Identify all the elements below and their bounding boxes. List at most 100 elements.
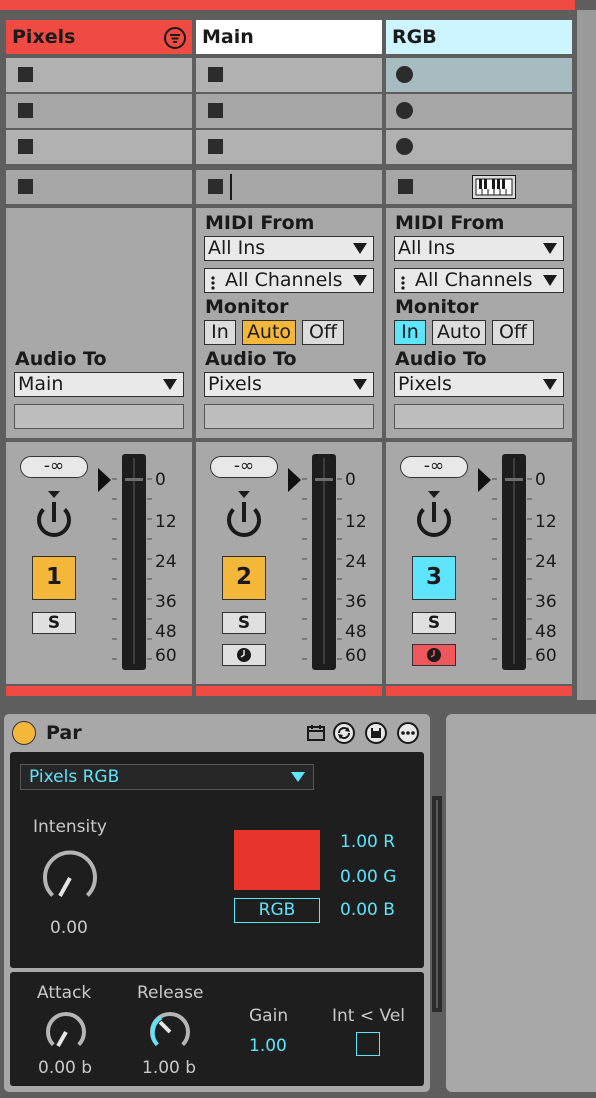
track-color-bar — [196, 686, 382, 696]
track-activator-button[interactable]: 3 — [412, 556, 456, 600]
track-status-row[interactable] — [196, 170, 382, 204]
stop-button-icon[interactable] — [18, 139, 33, 154]
monitor-auto-button[interactable]: Auto — [432, 320, 486, 345]
attack-knob[interactable] — [38, 1004, 94, 1060]
meter-tick — [147, 558, 152, 560]
preset-dropdown[interactable]: Pixels RGB — [20, 764, 314, 790]
io-section-rgb: MIDI From All Ins All Channels Monitor I… — [386, 208, 572, 438]
monitor-auto-button[interactable]: Auto — [242, 320, 296, 345]
more-options-icon[interactable] — [396, 721, 420, 745]
save-preset-icon[interactable] — [364, 721, 388, 745]
monitor-in-button[interactable]: In — [394, 320, 426, 345]
stop-button-icon[interactable] — [208, 103, 223, 118]
monitor-off-button[interactable]: Off — [302, 320, 344, 345]
clip-slot[interactable] — [386, 58, 572, 92]
meter-tick — [147, 498, 152, 500]
rgb-mode-button[interactable]: RGB — [234, 898, 320, 923]
db-label: 60 — [345, 646, 367, 666]
red-value[interactable]: 1.00 R — [340, 834, 395, 851]
meter-tick — [527, 578, 532, 580]
track-status-row[interactable] — [6, 170, 192, 204]
volume-fader[interactable] — [312, 454, 336, 670]
monitor-label: Monitor — [395, 296, 479, 318]
audio-to-dropdown[interactable]: Pixels — [204, 372, 374, 397]
meter-tick — [492, 478, 497, 480]
audio-to-channel-dropdown[interactable] — [394, 404, 564, 429]
arm-button[interactable] — [222, 644, 266, 666]
monitor-off-button[interactable]: Off — [492, 320, 534, 345]
clip-slot[interactable] — [196, 58, 382, 92]
solo-button[interactable]: S — [32, 612, 76, 634]
meter-tick — [492, 598, 497, 600]
stop-button-icon[interactable] — [18, 67, 33, 82]
scrollbar-track[interactable] — [577, 10, 596, 700]
db-label: 36 — [155, 592, 177, 612]
meter-tick — [112, 538, 117, 540]
stop-button-icon[interactable] — [208, 139, 223, 154]
top-edge — [0, 0, 575, 10]
gain-value[interactable]: 1.00 — [249, 1038, 287, 1055]
track-activator-button[interactable]: 1 — [32, 556, 76, 600]
midi-from-dropdown[interactable]: All Ins — [394, 236, 564, 261]
pan-knob[interactable] — [216, 490, 272, 546]
db-label: 12 — [155, 512, 177, 532]
audio-to-channel-dropdown[interactable] — [14, 404, 184, 429]
track-header-main[interactable]: Main — [196, 20, 382, 54]
midi-from-dropdown[interactable]: All Ins — [204, 236, 374, 261]
blue-value[interactable]: 0.00 B — [340, 902, 395, 919]
attack-label: Attack — [37, 983, 92, 1003]
volume-field[interactable]: -∞ — [400, 456, 468, 478]
hot-swap-icon[interactable] — [332, 721, 356, 745]
intensity-knob[interactable] — [32, 840, 108, 916]
track-header-rgb[interactable]: RGB — [386, 20, 572, 54]
volume-fader[interactable] — [122, 454, 146, 670]
db-label: 60 — [155, 646, 177, 666]
clip-slot[interactable] — [196, 130, 382, 164]
clip-slot[interactable] — [386, 94, 572, 128]
clip-slot[interactable] — [6, 94, 192, 128]
group-fold-icon[interactable] — [163, 26, 187, 50]
calendar-icon[interactable] — [306, 723, 326, 743]
track-status-row[interactable] — [386, 170, 572, 204]
record-button-icon[interactable] — [396, 66, 413, 83]
monitor-in-button[interactable]: In — [204, 320, 236, 345]
meter-tick — [147, 598, 152, 600]
color-swatch[interactable] — [234, 830, 320, 890]
release-knob[interactable] — [142, 1004, 198, 1060]
solo-button[interactable]: S — [412, 612, 456, 634]
record-button-icon[interactable] — [396, 102, 413, 119]
clip-slot[interactable] — [196, 94, 382, 128]
green-value[interactable]: 0.00 G — [340, 869, 396, 886]
clip-slot[interactable] — [6, 130, 192, 164]
meter-tick — [112, 578, 117, 580]
stop-all-clips-icon[interactable] — [18, 179, 33, 194]
clip-slot[interactable] — [386, 130, 572, 164]
track-activator-button[interactable]: 2 — [222, 556, 266, 600]
stop-button-icon[interactable] — [18, 103, 33, 118]
clip-slot[interactable] — [6, 58, 192, 92]
intensity-value: 0.00 — [50, 918, 88, 938]
db-label: 0 — [535, 470, 546, 490]
record-button-icon[interactable] — [396, 138, 413, 155]
device-power-icon[interactable] — [12, 721, 36, 745]
stop-all-clips-icon[interactable] — [208, 179, 223, 194]
track-header-pixels[interactable]: Pixels — [6, 20, 192, 54]
volume-fader[interactable] — [502, 454, 526, 670]
stop-all-clips-icon[interactable] — [398, 179, 413, 194]
solo-button[interactable]: S — [222, 612, 266, 634]
midi-channel-dropdown[interactable]: All Channels — [204, 268, 374, 293]
pan-knob[interactable] — [406, 490, 462, 546]
stop-button-icon[interactable] — [208, 67, 223, 82]
arm-button[interactable] — [412, 644, 456, 666]
arm-clock-icon — [426, 647, 442, 663]
pan-knob[interactable] — [26, 490, 82, 546]
volume-field[interactable]: -∞ — [20, 456, 88, 478]
audio-to-dropdown[interactable]: Main — [14, 372, 184, 397]
meter-tick — [112, 638, 117, 640]
empty-device-slot[interactable] — [446, 714, 596, 1092]
int-vel-checkbox[interactable] — [356, 1032, 380, 1056]
audio-to-channel-dropdown[interactable] — [204, 404, 374, 429]
audio-to-dropdown[interactable]: Pixels — [394, 372, 564, 397]
volume-field[interactable]: -∞ — [210, 456, 278, 478]
midi-channel-dropdown[interactable]: All Channels — [394, 268, 564, 293]
